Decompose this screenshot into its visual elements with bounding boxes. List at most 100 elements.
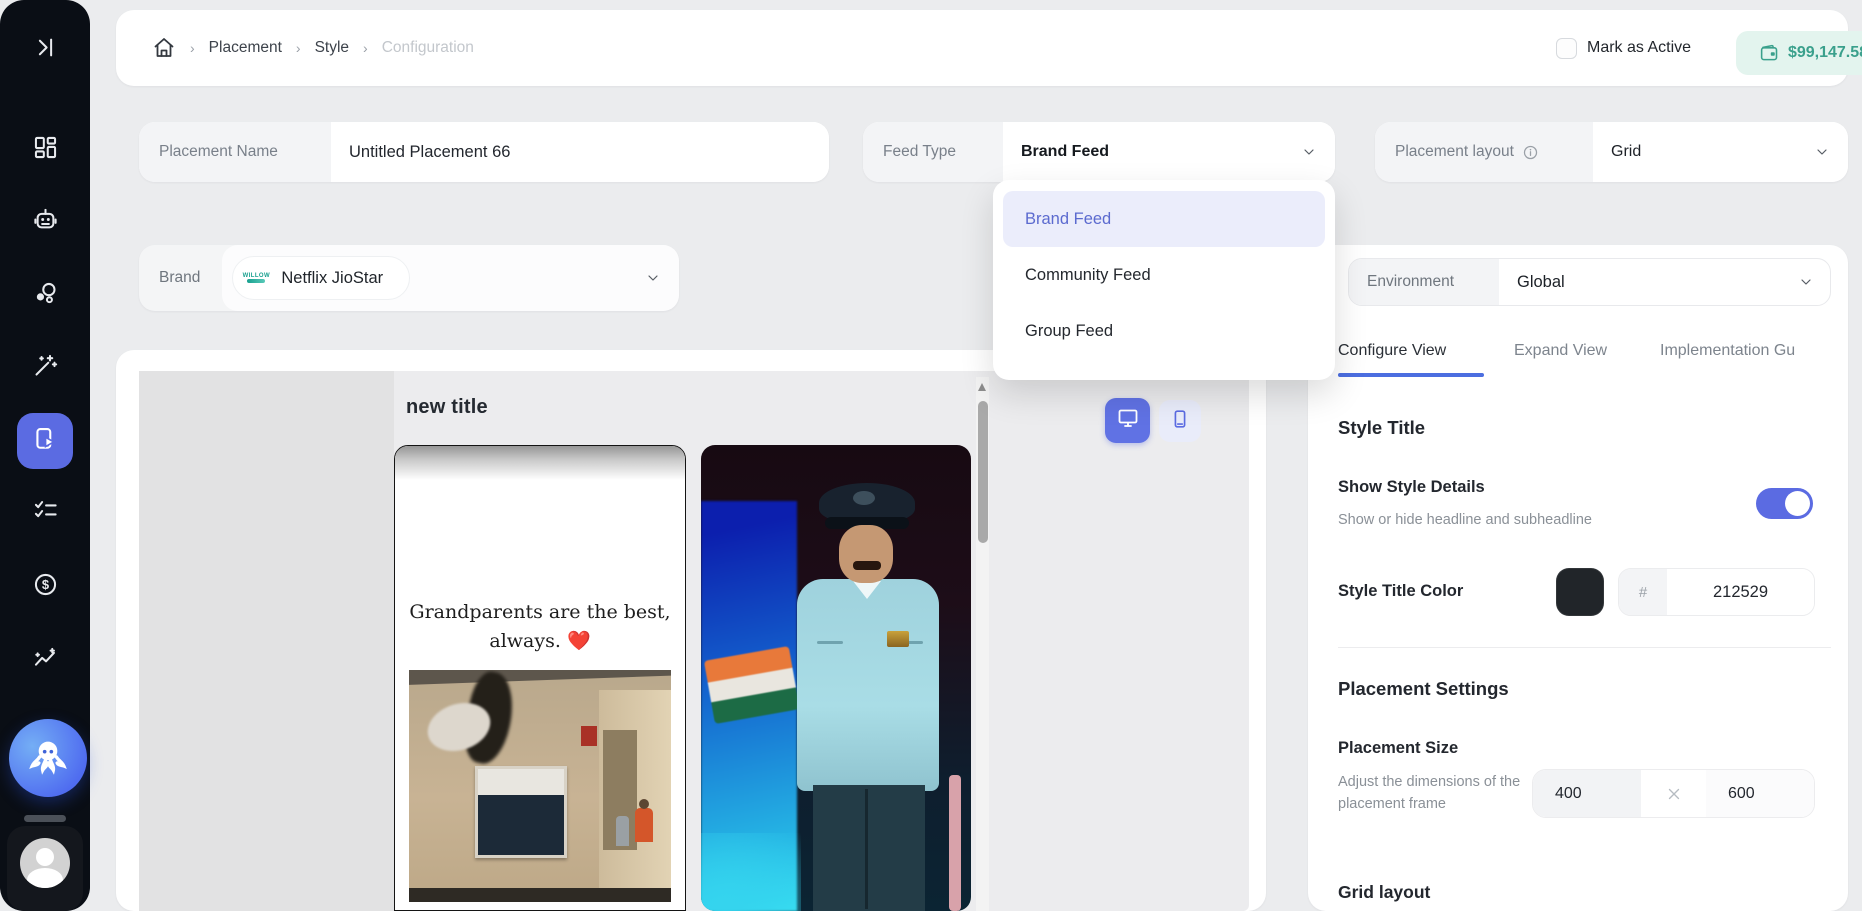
placement-layout-select[interactable]: Grid	[1593, 122, 1848, 182]
toggle-knob	[1785, 491, 1810, 516]
home-icon[interactable]	[152, 36, 176, 60]
environment-label: Environment	[1349, 259, 1499, 305]
card-caption: Grandparents are the best, always. ❤️	[395, 598, 685, 655]
preview-scrollbar[interactable]	[976, 377, 989, 911]
checklist-icon	[32, 497, 59, 529]
grid-layout-heading: Grid layout	[1338, 882, 1430, 903]
avatar-body	[27, 868, 63, 888]
show-style-details-toggle[interactable]	[1756, 488, 1813, 519]
placement-size-label: Placement Size	[1338, 739, 1458, 758]
brand-label: Brand	[139, 269, 222, 287]
sidebar-item-billing[interactable]: $	[0, 563, 90, 611]
assistant-button[interactable]	[9, 719, 87, 797]
environment-select[interactable]: Global	[1499, 259, 1830, 305]
height-input[interactable]	[1706, 770, 1814, 817]
phone-icon	[1169, 408, 1191, 435]
preview-left-placeholder	[139, 371, 394, 911]
wallet-balance: $99,147.58	[1788, 44, 1862, 62]
tab-configure-view[interactable]: Configure View	[1338, 342, 1446, 360]
mark-as-active-label: Mark as Active	[1587, 39, 1691, 57]
card-top-gradient	[395, 446, 685, 480]
info-icon[interactable]	[1522, 144, 1539, 161]
mark-as-active-checkbox[interactable]	[1556, 38, 1577, 59]
sidebar: $	[0, 0, 90, 911]
scrollbar-thumb[interactable]	[978, 401, 988, 543]
placement-settings-heading: Placement Settings	[1338, 678, 1509, 700]
placement-layout-card: Placement layout Grid	[1375, 122, 1848, 182]
placement-size-subtext: Adjust the dimensions of the placement f…	[1338, 771, 1528, 816]
mobile-view-button[interactable]	[1159, 400, 1201, 442]
menu-item-community-feed[interactable]: Community Feed	[1003, 247, 1325, 303]
style-title-color-swatch[interactable]	[1556, 568, 1604, 616]
wallet-icon	[1759, 43, 1780, 64]
dimensions-x-icon	[1641, 785, 1706, 803]
sidebar-item-insights[interactable]	[0, 637, 90, 685]
breadcrumb-separator: ›	[296, 40, 301, 56]
feed-type-menu: Brand Feed Community Feed Group Feed	[993, 180, 1335, 380]
brand-pill: WILLOW Netflix JioStar	[232, 256, 410, 300]
sidebar-item-tasks[interactable]	[0, 489, 90, 537]
hex-prefix: #	[1619, 569, 1667, 615]
breadcrumb-separator: ›	[190, 40, 195, 56]
magic-wand-icon	[32, 352, 59, 384]
sidebar-item-bot[interactable]	[0, 198, 90, 246]
user-avatar[interactable]	[20, 838, 70, 888]
sidebar-item-magic[interactable]	[0, 344, 90, 392]
environment-card: Environment Global	[1348, 258, 1831, 306]
tab-implementation-guide[interactable]: Implementation Gu	[1660, 342, 1795, 360]
active-tab-underline	[1338, 373, 1484, 377]
show-style-details-subtext: Show or hide headline and subheadline	[1338, 512, 1592, 528]
feed-type-card: Feed Type Brand Feed	[863, 122, 1335, 182]
breadcrumb-separator: ›	[363, 40, 368, 56]
breadcrumb-placement[interactable]: Placement	[209, 39, 282, 57]
chevron-down-icon	[1814, 144, 1830, 160]
chevron-down-icon	[1301, 144, 1317, 160]
desktop-view-button[interactable]	[1105, 398, 1150, 443]
topbar: › Placement › Style › Configuration Mark…	[116, 10, 1848, 86]
menu-item-group-feed[interactable]: Group Feed	[1003, 303, 1325, 359]
sidebar-collapse-button[interactable]	[0, 26, 90, 74]
sidebar-item-placements-active[interactable]	[17, 413, 73, 469]
brand-card: Brand WILLOW Netflix JioStar	[139, 245, 679, 311]
placement-layout-label: Placement layout	[1375, 122, 1593, 182]
breadcrumb-style[interactable]: Style	[315, 39, 349, 57]
feed-type-select[interactable]: Brand Feed	[1003, 122, 1335, 182]
wallet-balance-button[interactable]: $99,147.58	[1736, 31, 1862, 75]
placement-name-input[interactable]	[349, 143, 811, 162]
preview-card-grandparents[interactable]: Grandparents are the best, always. ❤️	[394, 445, 686, 911]
preview-feed-title: new title	[406, 396, 488, 419]
style-title-color-label: Style Title Color	[1338, 582, 1463, 601]
avatar-head	[36, 848, 54, 866]
scroll-up-arrow[interactable]	[978, 383, 986, 391]
placement-name-card: Placement Name	[139, 122, 829, 182]
brand-logo: WILLOW	[241, 265, 271, 291]
card-media-mall-photo	[409, 670, 671, 902]
section-divider	[1338, 647, 1831, 648]
octopus-icon	[28, 736, 68, 781]
app-root: $ › Placement › Style › Configuration Ma…	[0, 0, 1862, 911]
style-title-heading: Style Title	[1338, 417, 1425, 439]
sidebar-item-dashboard[interactable]	[0, 126, 90, 174]
brand-select[interactable]: WILLOW Netflix JioStar	[222, 245, 679, 311]
hex-color-input[interactable]	[1667, 569, 1814, 615]
brand-name: Netflix JioStar	[281, 269, 383, 288]
sidebar-drag-handle[interactable]	[24, 815, 66, 822]
preview-card-officer[interactable]	[701, 445, 971, 911]
dashboard-icon	[32, 134, 59, 166]
trend-sparkle-icon	[32, 645, 59, 677]
bubbles-icon	[32, 280, 59, 312]
placement-name-label: Placement Name	[139, 122, 331, 182]
tab-expand-view[interactable]: Expand View	[1514, 342, 1607, 360]
width-input[interactable]	[1533, 770, 1641, 817]
show-style-details-label: Show Style Details	[1338, 478, 1485, 497]
placement-name-value	[331, 122, 829, 182]
breadcrumb: › Placement › Style › Configuration	[152, 10, 474, 86]
placement-size-inputs	[1532, 769, 1815, 818]
sidebar-item-audiences[interactable]	[0, 272, 90, 320]
style-title-color-hex: #	[1618, 568, 1815, 616]
menu-item-brand-feed[interactable]: Brand Feed	[1003, 191, 1325, 247]
chevron-down-icon	[645, 270, 661, 286]
monitor-icon	[1116, 406, 1140, 435]
chevron-down-icon	[1798, 274, 1814, 290]
svg-text:$: $	[41, 577, 48, 592]
